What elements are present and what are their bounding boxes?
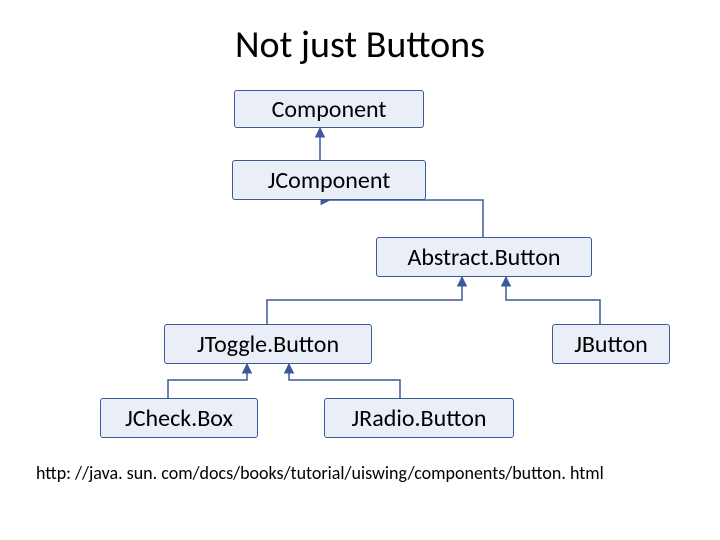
node-label: JComponent bbox=[268, 166, 391, 195]
node-label: JCheck.Box bbox=[125, 404, 233, 433]
node-label: Abstract.Button bbox=[407, 243, 560, 272]
node-jcheckbox: JCheck.Box bbox=[100, 398, 258, 438]
reference-url: http: //java. sun. com/docs/books/tutori… bbox=[36, 462, 604, 484]
node-label: JRadio.Button bbox=[352, 404, 487, 433]
node-label: JToggle.Button bbox=[197, 330, 339, 359]
node-jtogglebutton: JToggle.Button bbox=[164, 324, 372, 364]
page-title: Not just Buttons bbox=[0, 22, 720, 68]
node-label: JButton bbox=[574, 330, 648, 359]
node-jradiobutton: JRadio.Button bbox=[324, 398, 514, 438]
node-abstractbutton: Abstract.Button bbox=[376, 237, 592, 277]
node-label: Component bbox=[272, 95, 387, 124]
node-jbutton: JButton bbox=[552, 324, 670, 364]
node-jcomponent: JComponent bbox=[232, 160, 426, 200]
node-component: Component bbox=[234, 90, 424, 128]
inheritance-connectors bbox=[0, 0, 720, 540]
